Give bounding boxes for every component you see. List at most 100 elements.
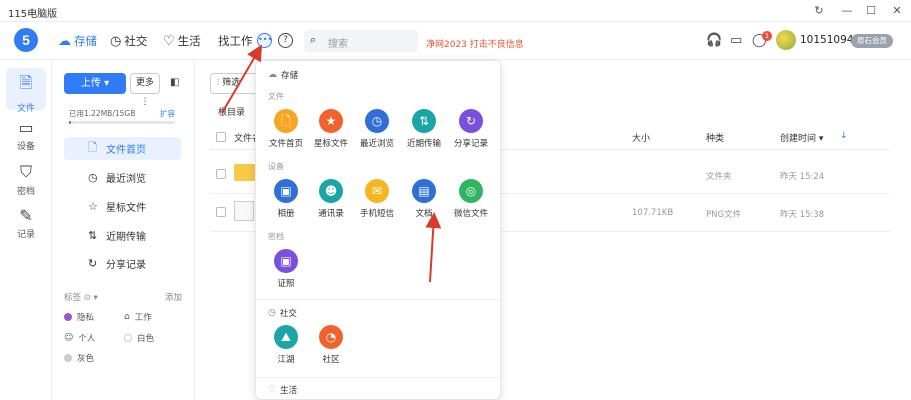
column-size[interactable]: 大小 [632, 131, 650, 144]
leftnav-device[interactable]: ▭ 设备 [6, 114, 46, 156]
app-album[interactable]: ▣ 相册 [263, 179, 309, 223]
clock-icon: ◷ [110, 33, 122, 49]
tag-white[interactable]: 白色 [124, 332, 154, 344]
upload-button[interactable]: 上传 ▾ [64, 73, 126, 94]
more-apps-button[interactable]: ••• [257, 33, 272, 48]
tag-label: 个人 [78, 334, 96, 344]
app-label: 文件首页 [268, 139, 303, 149]
leftnav-record[interactable]: ✎ 记录 [6, 202, 46, 244]
vip-badge[interactable]: 原石会员 [851, 34, 893, 48]
tag-label: 工作 [134, 313, 152, 323]
share-icon: ↻ [88, 257, 98, 270]
sidebar-item-label: 近期传输 [106, 232, 146, 243]
star-icon: ☆ [88, 200, 98, 213]
sidebar-item-recent[interactable]: ◷ 最近浏览 [64, 166, 181, 189]
app-share[interactable]: ↻ 分享记录 [448, 109, 494, 153]
close-button[interactable]: ✕ [884, 2, 910, 20]
collapse-sidebar-icon[interactable]: ◧ [170, 77, 179, 88]
row-size: 107.71KB [632, 208, 674, 218]
clock-icon: ◷ [268, 308, 276, 318]
app-label: 分享记录 [453, 139, 488, 149]
sidebar-item-starred[interactable]: ☆ 星标文件 [64, 195, 181, 218]
tags-header[interactable]: 标签 ⊙ ▾ [64, 291, 98, 303]
promo-link[interactable]: 净网2023 打击不良信息 [426, 37, 524, 50]
app-wechat-files[interactable]: ◎ 微信文件 [448, 179, 494, 223]
tag-gray[interactable]: 灰色 [64, 352, 94, 364]
app-logo[interactable]: 5 [14, 28, 38, 52]
app-sms[interactable]: ✉ 手机短信 [354, 179, 400, 223]
maximize-button[interactable]: ☐ [858, 2, 884, 20]
row-type: PNG文件 [706, 210, 742, 220]
tag-label: 灰色 [77, 354, 95, 364]
app-recent[interactable]: ◷ 最近浏览 [354, 109, 400, 153]
expand-storage-link[interactable]: 扩容 [160, 108, 175, 119]
app-documents[interactable]: ▤ 文档 [401, 179, 447, 223]
leftnav-files[interactable]: 🗎 文件 [6, 68, 46, 114]
sidebar-item-label: 分享记录 [106, 260, 146, 271]
filter-icon: ⫶ [217, 78, 220, 88]
row-checkbox[interactable] [216, 207, 226, 217]
leftnav-secret-label: 密档 [16, 187, 35, 197]
shield-icon: ⛉ [19, 162, 32, 181]
refresh-icon[interactable]: ↻ [806, 2, 832, 20]
top-nav: 5 ☁ 存储 ◷ 社交 ♡ 生活 找工作 ••• ? ⌕ 搜索 净网2023 打… [0, 22, 911, 60]
subsection-title: 密档 [268, 232, 284, 241]
app-id-documents[interactable]: ▣ 证照 [263, 249, 309, 293]
minimize-button[interactable]: — [834, 2, 860, 20]
leftnav-record-label: 记录 [16, 230, 35, 240]
nav-storage[interactable]: ☁ 存储 [58, 32, 97, 50]
tag-work[interactable]: ⌂ 工作 [124, 311, 152, 323]
filter-button[interactable]: ⫶ 筛选 [210, 73, 258, 94]
row-checkbox[interactable] [216, 169, 226, 179]
more-button[interactable]: 更多 ⋮ [130, 73, 160, 107]
tag-personal[interactable]: ☺ 个人 [64, 332, 95, 344]
column-type[interactable]: 种类 [706, 131, 724, 144]
divider [256, 377, 502, 378]
nav-jobs[interactable]: 找工作 [218, 32, 253, 50]
help-icon[interactable]: ? [278, 33, 293, 48]
section-title: 社交 [279, 309, 297, 319]
nav-life[interactable]: ♡ 生活 [163, 32, 201, 50]
app-label: 文档 [415, 209, 433, 219]
sort-icon[interactable]: ↓ [840, 131, 848, 141]
avatar[interactable] [776, 30, 796, 50]
cloud-icon: ☁ [58, 33, 71, 49]
nav-social[interactable]: ◷ 社交 [110, 32, 147, 50]
app-transfer[interactable]: ⇅ 近期传输 [401, 109, 447, 153]
community-icon: ◔ [319, 325, 343, 349]
app-label: 相册 [277, 209, 295, 219]
column-created[interactable]: 创建时间 ▾ [780, 131, 823, 144]
headset-icon[interactable]: 🎧 [706, 33, 722, 48]
app-file-home[interactable]: 🗋 文件首页 [263, 109, 309, 153]
app-contacts[interactable]: ☻ 通讯录 [308, 179, 354, 223]
add-tag-link[interactable]: 添加 [165, 291, 182, 303]
file-home-icon: 🗋 [274, 109, 298, 133]
section-title: 生活 [280, 386, 298, 396]
sidebar-item-file-home[interactable]: 🗋 文件首页 [64, 137, 181, 160]
app-community[interactable]: ◔ 社区 [308, 325, 354, 369]
transfer-icon: ⇅ [412, 109, 436, 133]
tag-private[interactable]: 隐私 [64, 311, 94, 323]
select-all-checkbox[interactable] [216, 132, 226, 142]
app-label: 江湖 [277, 355, 295, 365]
briefcase-icon: ⌂ [124, 312, 130, 322]
recent-icon: ◷ [88, 171, 98, 184]
app-jianghu[interactable]: ⛰ 江湖 [263, 325, 309, 369]
transfer-icon: ⇅ [88, 229, 98, 242]
sidebar-item-transfer[interactable]: ⇅ 近期传输 [64, 224, 181, 247]
share-icon: ↻ [459, 109, 483, 133]
breadcrumb[interactable]: 根目录 [218, 105, 245, 118]
app-label: 手机短信 [359, 209, 394, 219]
storage-bar [69, 121, 175, 124]
device-icon: ▭ [18, 118, 34, 137]
heart-icon: ♡ [268, 385, 277, 395]
app-starred[interactable]: ★ 星标文件 [308, 109, 354, 153]
sidebar: 上传 ▾ 更多 ⋮ ◧ 已用1.22MB/15GB 扩容 🗋 文件首页 ◷ 最近… [52, 60, 195, 400]
image-thumbnail [234, 201, 254, 221]
tv-icon[interactable]: ▭ [730, 33, 742, 48]
search-input[interactable]: ⌕ 搜索 [304, 30, 418, 52]
app-label: 通讯录 [318, 209, 344, 219]
sidebar-item-share[interactable]: ↻ 分享记录 [64, 252, 181, 275]
leftnav-secret[interactable]: ⛉ 密档 [6, 158, 46, 200]
document-icon: ▤ [412, 179, 436, 203]
